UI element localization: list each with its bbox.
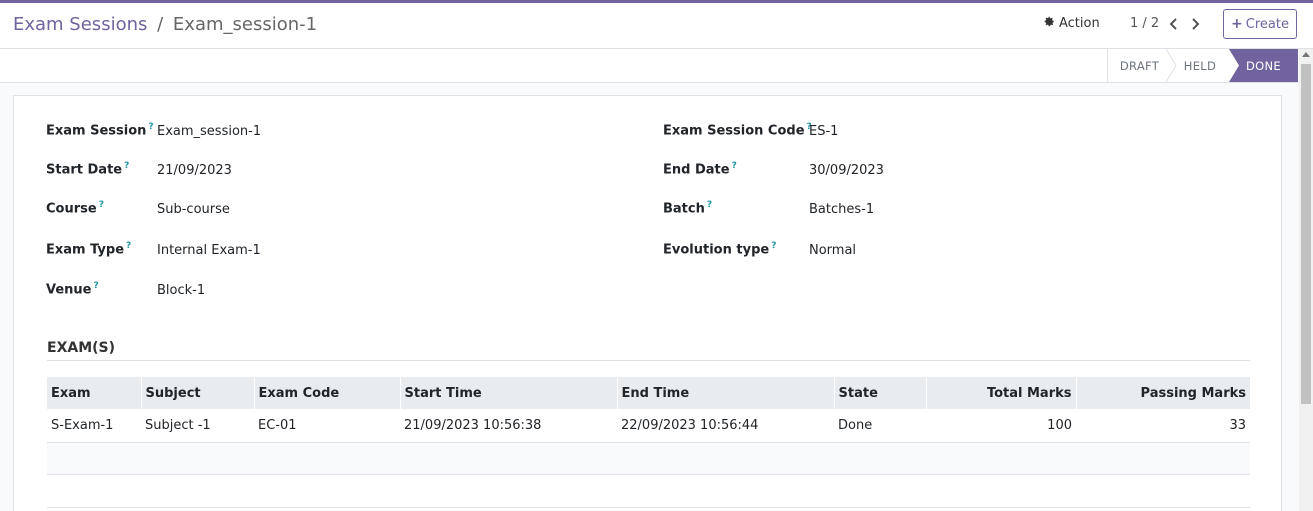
column-header-exam-code[interactable]: Exam Code xyxy=(253,377,400,409)
breadcrumb: Exam Sessions / Exam_session-1 xyxy=(13,14,317,35)
breadcrumb-separator: / xyxy=(157,14,164,35)
exam-session-code-label: Exam Session Code? xyxy=(663,122,812,139)
batch-label: Batch? xyxy=(663,200,713,217)
column-header-total-marks[interactable]: Total Marks xyxy=(925,377,1076,409)
venue-label: Venue? xyxy=(46,281,99,298)
control-panel: Exam Sessions / Exam_session-1 Action 1 … xyxy=(0,3,1313,49)
cell-state: Done xyxy=(834,409,926,443)
status-done[interactable]: DONE xyxy=(1229,49,1298,82)
plus-icon: + xyxy=(1231,16,1243,32)
scrollbar[interactable] xyxy=(1299,49,1313,511)
exams-section-title: EXAM(S) xyxy=(47,340,116,356)
action-label: Action xyxy=(1059,16,1100,31)
column-header-state[interactable]: State xyxy=(833,377,926,409)
empty-row xyxy=(47,442,1250,475)
exam-session-code-value[interactable]: ES-1 xyxy=(809,124,838,139)
column-header-end-time[interactable]: End Time xyxy=(616,377,834,409)
exams-table: Exam Subject Exam Code Start Time End Ti… xyxy=(47,377,1250,508)
gear-icon xyxy=(1044,16,1055,31)
column-header-passing-marks[interactable]: Passing Marks xyxy=(1075,377,1250,409)
table-row[interactable]: S-Exam-1 Subject -1 EC-01 21/09/2023 10:… xyxy=(47,409,1250,443)
start-date-label: Start Date? xyxy=(46,161,130,178)
exam-session-label: Exam Session? xyxy=(46,122,154,139)
column-header-start-time[interactable]: Start Time xyxy=(399,377,617,409)
chevron-left-icon[interactable] xyxy=(1167,15,1181,33)
venue-value[interactable]: Block-1 xyxy=(157,283,205,298)
breadcrumb-parent[interactable]: Exam Sessions xyxy=(13,14,147,35)
cell-exam: S-Exam-1 xyxy=(47,409,141,443)
form-sheet: Exam Session? Exam_session-1 Start Date?… xyxy=(13,95,1282,511)
section-divider xyxy=(47,360,1250,361)
status-draft[interactable]: DRAFT xyxy=(1107,49,1171,82)
action-button[interactable]: Action xyxy=(1044,16,1100,31)
scroll-thumb[interactable] xyxy=(1301,64,1311,404)
end-date-value[interactable]: 30/09/2023 xyxy=(809,163,884,178)
cell-subject: Subject -1 xyxy=(141,409,254,443)
status-held[interactable]: HELD xyxy=(1171,49,1229,82)
exam-type-value[interactable]: Internal Exam-1 xyxy=(157,243,261,258)
breadcrumb-current: Exam_session-1 xyxy=(172,14,318,35)
status-bar: DRAFT HELD DONE xyxy=(0,49,1313,83)
start-date-value[interactable]: 21/09/2023 xyxy=(157,163,232,178)
batch-value[interactable]: Batches-1 xyxy=(809,202,874,217)
empty-row xyxy=(47,474,1250,508)
exam-session-value[interactable]: Exam_session-1 xyxy=(157,124,261,139)
pager-value[interactable]: 1 / 2 xyxy=(1130,16,1159,31)
chevron-right-icon[interactable] xyxy=(1188,15,1202,33)
cell-total-marks: 100 xyxy=(926,409,1076,443)
cell-start-time: 21/09/2023 10:56:38 xyxy=(400,409,617,443)
table-header-row: Exam Subject Exam Code Start Time End Ti… xyxy=(47,377,1250,409)
course-label: Course? xyxy=(46,200,104,217)
cell-passing-marks: 33 xyxy=(1076,409,1250,443)
course-value[interactable]: Sub-course xyxy=(157,202,230,217)
column-header-subject[interactable]: Subject xyxy=(140,377,254,409)
end-date-label: End Date? xyxy=(663,161,737,178)
create-label: Create xyxy=(1245,16,1289,32)
exam-type-label: Exam Type? xyxy=(46,241,132,258)
cell-end-time: 22/09/2023 10:56:44 xyxy=(617,409,834,443)
evolution-type-value[interactable]: Normal xyxy=(809,243,856,258)
column-header-exam[interactable]: Exam xyxy=(47,377,141,409)
evolution-type-label: Evolution type? xyxy=(663,241,777,258)
cell-exam-code: EC-01 xyxy=(254,409,400,443)
create-button[interactable]: + Create xyxy=(1223,9,1297,39)
scroll-up-arrow[interactable] xyxy=(1302,52,1310,57)
